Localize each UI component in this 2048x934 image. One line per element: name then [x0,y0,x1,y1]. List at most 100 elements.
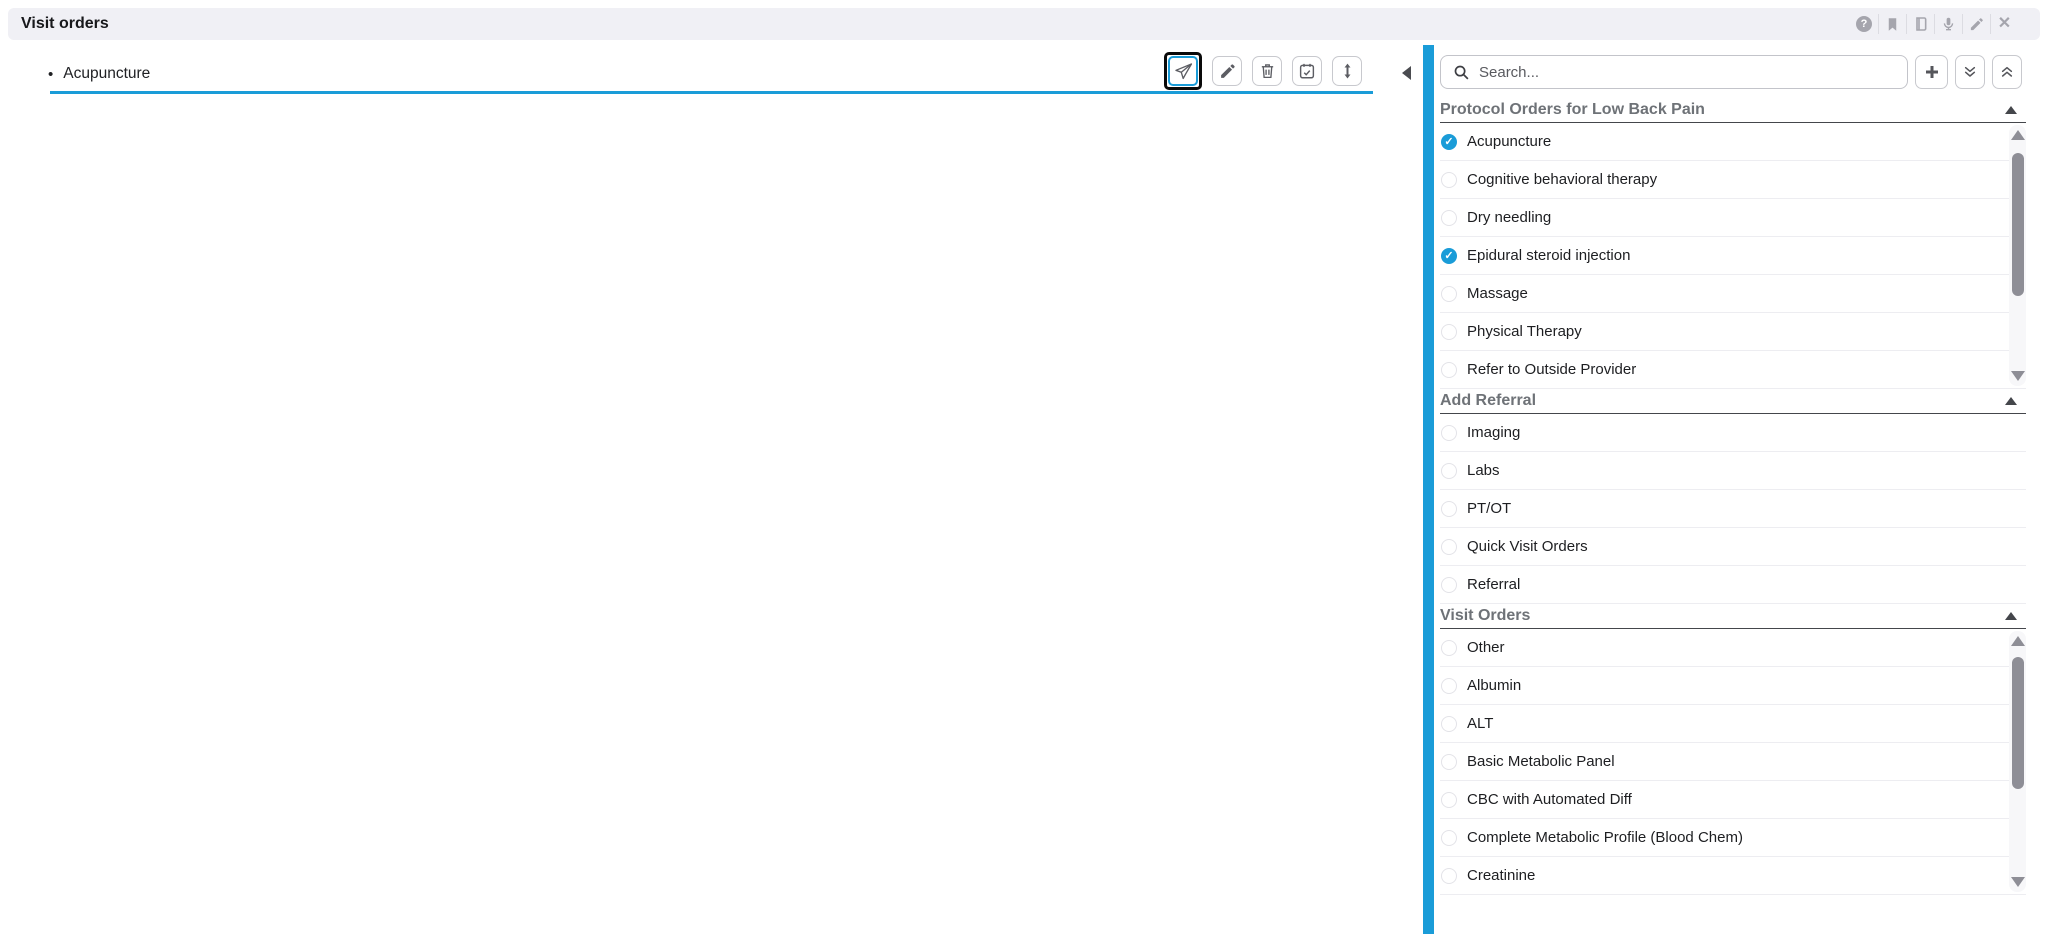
delete-button[interactable] [1252,56,1282,86]
list-item-label: Albumin [1467,677,1521,694]
scrollbar[interactable] [2009,631,2026,892]
edit-button[interactable] [1212,56,1242,86]
bullet-icon: • [48,66,53,83]
visit-orders-page: Visit orders ? ✕ • Acupuncture [0,0,2048,934]
checked-icon: ✓ [1441,248,1457,264]
section-title: Protocol Orders for Low Back Pain [1440,101,1705,119]
page-title: Visit orders [8,15,109,33]
list-item-label: Basic Metabolic Panel [1467,753,1615,770]
panel-section: Protocol Orders for Low Back Pain ✓ Acupu… [1440,98,2026,389]
list-item-label: Massage [1467,285,1528,302]
panel-section: Visit Orders Other Albumin ALT Basic Metabo… [1440,604,2026,895]
list-item[interactable]: Labs [1440,452,2026,490]
unchecked-icon [1441,210,1457,226]
unchecked-icon [1441,539,1457,555]
list-item-label: Dry needling [1467,209,1551,226]
unchecked-icon [1441,501,1457,517]
list-item-label: Quick Visit Orders [1467,538,1588,555]
section-list: Imaging Labs PT/OT Quick Visit Orders Referr… [1440,414,2026,604]
list-item-label: Creatinine [1467,867,1535,884]
chevron-double-down-icon [1962,64,1978,80]
panel-accent-bar [1423,45,1434,934]
list-item[interactable]: Creatinine [1440,857,2026,895]
list-item[interactable]: Massage [1440,275,2026,313]
checked-icon: ✓ [1441,134,1457,150]
schedule-button[interactable] [1292,56,1322,86]
list-item-label: Acupuncture [1467,133,1551,150]
calendar-check-icon [1298,62,1316,80]
expand-all-button[interactable] [1955,55,1985,89]
help-icon[interactable]: ? [1850,14,1878,34]
list-item-label: Labs [1467,462,1500,479]
plus-icon [1923,63,1941,81]
paper-plane-icon [1174,62,1193,81]
pencil-icon [1219,63,1236,80]
close-icon[interactable]: ✕ [1990,14,2018,34]
search-icon [1453,64,1470,81]
list-item-label: CBC with Automated Diff [1467,791,1632,808]
list-item-label: Imaging [1467,424,1520,441]
list-item[interactable]: CBC with Automated Diff [1440,781,2026,819]
unchecked-icon [1441,286,1457,302]
list-item[interactable]: Referral [1440,566,2026,604]
list-item[interactable]: Albumin [1440,667,2026,705]
search-box [1440,55,1908,89]
scroll-down-arrow-icon[interactable] [2011,371,2025,381]
unchecked-icon [1441,463,1457,479]
list-item[interactable]: Dry needling [1440,199,2026,237]
list-item[interactable]: Quick Visit Orders [1440,528,2026,566]
microphone-icon[interactable] [1934,14,1962,34]
unchecked-icon [1441,362,1457,378]
scrollbar-thumb[interactable] [2012,153,2024,296]
list-item-label: Cognitive behavioral therapy [1467,171,1657,188]
reorder-button[interactable] [1332,56,1362,86]
scroll-up-arrow-icon[interactable] [2011,636,2025,646]
vertical-arrows-icon [1339,62,1356,80]
send-button[interactable] [1168,56,1198,86]
collapse-all-button[interactable] [1992,55,2022,89]
list-item[interactable]: Imaging [1440,414,2026,452]
list-item[interactable]: Refer to Outside Provider [1440,351,2026,389]
section-header[interactable]: Visit Orders [1440,604,2026,629]
section-header[interactable]: Protocol Orders for Low Back Pain [1440,98,2026,123]
scroll-down-arrow-icon[interactable] [2011,877,2025,887]
list-item[interactable]: Complete Metabolic Profile (Blood Chem) [1440,819,2026,857]
scroll-up-arrow-icon[interactable] [2011,130,2025,140]
list-item-label: ALT [1467,715,1493,732]
section-list: Other Albumin ALT Basic Metabolic Panel CBC … [1440,629,2026,895]
book-icon[interactable] [1906,14,1934,34]
section-title: Visit Orders [1440,607,1530,625]
panel-collapse-arrow-icon[interactable] [1402,66,1411,80]
list-item[interactable]: Physical Therapy [1440,313,2026,351]
list-item[interactable]: Other [1440,629,2026,667]
panel-search-row [1440,55,2022,89]
collapse-triangle-icon [2005,106,2017,114]
unchecked-icon [1441,678,1457,694]
chevron-double-up-icon [1999,64,2015,80]
unchecked-icon [1441,324,1457,340]
list-item[interactable]: ✓Epidural steroid injection [1440,237,2026,275]
section-header[interactable]: Add Referral [1440,389,2026,414]
list-item-label: Physical Therapy [1467,323,1582,340]
list-item[interactable]: ✓ Acupuncture [1440,123,2026,161]
list-item-label: Referral [1467,576,1520,593]
collapse-triangle-icon [2005,397,2017,405]
order-item[interactable]: • Acupuncture [48,63,150,85]
pencil-icon[interactable] [1962,14,1990,34]
search-input[interactable] [1479,56,1907,88]
unchecked-icon [1441,640,1457,656]
list-item[interactable]: Cognitive behavioral therapy [1440,161,2026,199]
unchecked-icon [1441,172,1457,188]
list-item-label: Other [1467,639,1505,656]
titlebar: Visit orders ? ✕ [8,8,2040,40]
list-item-label: Refer to Outside Provider [1467,361,1636,378]
add-button[interactable] [1915,55,1948,89]
bookmark-icon[interactable] [1878,14,1906,34]
scrollbar-thumb[interactable] [2012,657,2024,789]
scrollbar[interactable] [2009,125,2026,386]
list-item[interactable]: PT/OT [1440,490,2026,528]
list-item[interactable]: ALT [1440,705,2026,743]
titlebar-toolbar: ? ✕ [1850,14,2018,34]
action-target-highlight [1164,52,1202,90]
list-item[interactable]: Basic Metabolic Panel [1440,743,2026,781]
